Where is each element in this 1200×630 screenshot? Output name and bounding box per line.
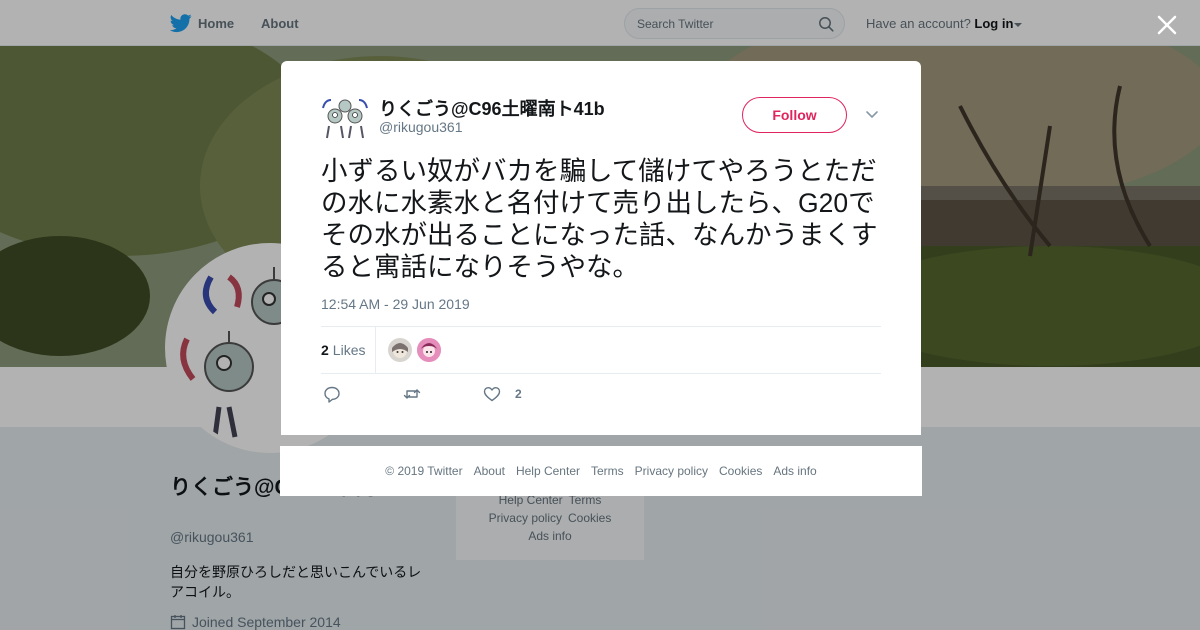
chevron-down-icon[interactable]	[865, 110, 879, 120]
tweet-author-name[interactable]: りくごう@C96土曜南ト41b	[379, 95, 605, 121]
heart-icon	[483, 387, 501, 402]
footer-cookies[interactable]: Cookies	[719, 464, 762, 478]
footer-ads-info[interactable]: Ads info	[773, 464, 816, 478]
tweet-text: 小ずるい奴がバカを騙して儲けてやろうとただの水に水素水と名付けて売り出したら、G…	[321, 156, 878, 282]
modal-footer: © 2019 Twitter About Help Center Terms P…	[280, 446, 922, 496]
tweet-actions: 2	[321, 385, 881, 405]
liker-avatar[interactable]	[388, 338, 412, 362]
tweet-author-avatar[interactable]	[321, 94, 369, 142]
close-icon[interactable]	[1156, 14, 1178, 36]
likes-label: Likes	[332, 342, 366, 358]
tweet-author-handle[interactable]: @rikugou361	[379, 119, 463, 135]
tweet-timestamp[interactable]: 12:54 AM - 29 Jun 2019	[321, 296, 470, 312]
footer-about[interactable]: About	[474, 464, 505, 478]
reply-icon	[324, 386, 340, 403]
like-count: 2	[515, 387, 522, 401]
likes-stat[interactable]: 2 Likes	[321, 327, 376, 373]
tweet-stats: 2 Likes	[321, 326, 881, 374]
likes-count: 2	[321, 342, 329, 358]
retweet-icon	[403, 389, 421, 399]
tweet-modal: りくごう@C96土曜南ト41b @rikugou361 Follow 小ずるい奴…	[281, 61, 921, 435]
follow-button[interactable]: Follow	[742, 97, 847, 133]
liker-avatar[interactable]	[417, 338, 441, 362]
footer-copyright: © 2019 Twitter	[385, 464, 463, 478]
like-button[interactable]: 2	[483, 385, 522, 403]
footer-help-center[interactable]: Help Center	[516, 464, 580, 478]
reply-button[interactable]	[323, 385, 341, 403]
footer-privacy[interactable]: Privacy policy	[635, 464, 708, 478]
footer-terms[interactable]: Terms	[591, 464, 624, 478]
retweet-button[interactable]	[403, 385, 421, 403]
